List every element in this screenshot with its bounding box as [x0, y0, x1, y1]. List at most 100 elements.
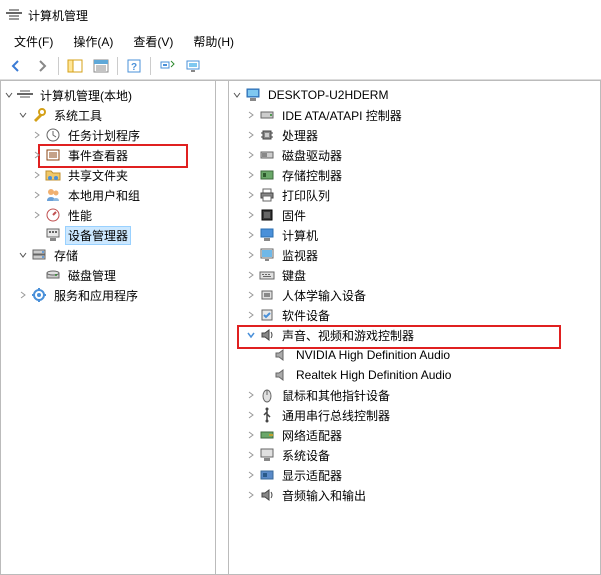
- chevron-right-icon[interactable]: [245, 269, 257, 281]
- speaker-icon: [259, 327, 275, 343]
- chevron-down-icon[interactable]: [3, 89, 15, 101]
- menu-help[interactable]: 帮助(H): [183, 31, 244, 52]
- chevron-right-icon[interactable]: [245, 289, 257, 301]
- chevron-right-icon[interactable]: [245, 469, 257, 481]
- hid-icon: [259, 287, 275, 303]
- device-label: 通用串行总线控制器: [279, 406, 393, 425]
- device-nvidia-audio[interactable]: NVIDIA High Definition Audio: [231, 345, 598, 365]
- chevron-right-icon[interactable]: [245, 149, 257, 161]
- device-sound-video[interactable]: 声音、视频和游戏控制器: [231, 325, 598, 345]
- chevron-right-icon[interactable]: [245, 429, 257, 441]
- device-hid[interactable]: 人体学输入设备: [231, 285, 598, 305]
- chevron-right-icon[interactable]: [245, 449, 257, 461]
- tree-event-viewer[interactable]: 事件查看器: [3, 145, 213, 165]
- device-display[interactable]: 显示适配器: [231, 465, 598, 485]
- properties-button[interactable]: [89, 55, 113, 77]
- device-mouse[interactable]: 鼠标和其他指针设备: [231, 385, 598, 405]
- tree-label: 存储: [51, 246, 81, 265]
- audio-device-icon: [273, 367, 289, 383]
- printer-icon: [259, 187, 275, 203]
- chevron-right-icon[interactable]: [245, 169, 257, 181]
- device-processor[interactable]: 处理器: [231, 125, 598, 145]
- chevron-right-icon[interactable]: [17, 289, 29, 301]
- tree-disk-management[interactable]: 磁盘管理: [3, 265, 213, 285]
- device-storage-controllers[interactable]: 存储控制器: [231, 165, 598, 185]
- chevron-down-icon[interactable]: [17, 249, 29, 261]
- chevron-right-icon[interactable]: [245, 309, 257, 321]
- device-ide-ata[interactable]: IDE ATA/ATAPI 控制器: [231, 105, 598, 125]
- chevron-right-icon[interactable]: [245, 209, 257, 221]
- tree-performance[interactable]: 性能: [3, 205, 213, 225]
- chevron-right-icon[interactable]: [245, 389, 257, 401]
- drive-icon: [259, 107, 275, 123]
- show-hide-button[interactable]: [63, 55, 87, 77]
- disk-drive-icon: [259, 147, 275, 163]
- device-label: 固件: [279, 206, 309, 225]
- chevron-right-icon[interactable]: [245, 489, 257, 501]
- device-monitor[interactable]: 监视器: [231, 245, 598, 265]
- device-realtek-audio[interactable]: Realtek High Definition Audio: [231, 365, 598, 385]
- device-print-queues[interactable]: 打印队列: [231, 185, 598, 205]
- device-system-devices[interactable]: 系统设备: [231, 445, 598, 465]
- chevron-right-icon[interactable]: [31, 189, 43, 201]
- menubar: 文件(F) 操作(A) 查看(V) 帮助(H): [0, 30, 601, 52]
- tree-task-scheduler[interactable]: 任务计划程序: [3, 125, 213, 145]
- device-label: 处理器: [279, 126, 321, 145]
- chevron-right-icon[interactable]: [31, 149, 43, 161]
- toolbar-separator: [58, 57, 59, 75]
- scan-button[interactable]: [155, 55, 179, 77]
- chevron-right-icon[interactable]: [245, 229, 257, 241]
- device-usb[interactable]: 通用串行总线控制器: [231, 405, 598, 425]
- device-firmware[interactable]: 固件: [231, 205, 598, 225]
- chevron-down-icon[interactable]: [231, 89, 243, 101]
- device-audio-io[interactable]: 音频输入和输出: [231, 485, 598, 505]
- forward-button[interactable]: [30, 55, 54, 77]
- audio-io-icon: [259, 487, 275, 503]
- menu-action[interactable]: 操作(A): [63, 31, 123, 52]
- menu-file[interactable]: 文件(F): [4, 31, 63, 52]
- device-label: 监视器: [279, 246, 321, 265]
- tree-shared-folders[interactable]: 共享文件夹: [3, 165, 213, 185]
- tree-services-apps[interactable]: 服务和应用程序: [3, 285, 213, 305]
- monitor-button[interactable]: [181, 55, 205, 77]
- svg-text:?: ?: [131, 62, 137, 73]
- chevron-right-icon[interactable]: [245, 109, 257, 121]
- display-adapter-icon: [259, 467, 275, 483]
- device-label: 显示适配器: [279, 466, 345, 485]
- device-label: 打印队列: [279, 186, 333, 205]
- disk-icon: [45, 267, 61, 283]
- chevron-right-icon[interactable]: [31, 209, 43, 221]
- usb-icon: [259, 407, 275, 423]
- tree-label: 共享文件夹: [65, 166, 131, 185]
- tree-storage[interactable]: 存储: [3, 245, 213, 265]
- device-computer[interactable]: 计算机: [231, 225, 598, 245]
- chevron-right-icon[interactable]: [31, 169, 43, 181]
- tree-label: 磁盘管理: [65, 266, 119, 285]
- tree-label: 系统工具: [51, 106, 105, 125]
- chevron-right-icon[interactable]: [245, 129, 257, 141]
- device-label: NVIDIA High Definition Audio: [293, 347, 453, 363]
- chevron-right-icon[interactable]: [245, 249, 257, 261]
- chevron-right-icon[interactable]: [245, 409, 257, 421]
- keyboard-icon: [259, 267, 275, 283]
- tree-device-manager[interactable]: 设备管理器: [3, 225, 213, 245]
- device-disk-drives[interactable]: 磁盘驱动器: [231, 145, 598, 165]
- toolbar: ?: [0, 52, 601, 80]
- chevron-right-icon[interactable]: [245, 189, 257, 201]
- chevron-down-icon[interactable]: [245, 329, 257, 341]
- chevron-down-icon[interactable]: [17, 109, 29, 121]
- device-software-devices[interactable]: 软件设备: [231, 305, 598, 325]
- device-keyboard[interactable]: 键盘: [231, 265, 598, 285]
- tree-system-tools[interactable]: 系统工具: [3, 105, 213, 125]
- device-network[interactable]: 网络适配器: [231, 425, 598, 445]
- chevron-right-icon[interactable]: [31, 129, 43, 141]
- performance-icon: [45, 207, 61, 223]
- menu-view[interactable]: 查看(V): [123, 31, 183, 52]
- left-tree-pane: 计算机管理(本地) 系统工具 任务计划程序 事件查看器 共享文件夹: [0, 80, 216, 575]
- device-root[interactable]: DESKTOP-U2HDERM: [231, 85, 598, 105]
- tree-root[interactable]: 计算机管理(本地): [3, 85, 213, 105]
- tree-local-users[interactable]: 本地用户和组: [3, 185, 213, 205]
- back-button[interactable]: [4, 55, 28, 77]
- help-button[interactable]: ?: [122, 55, 146, 77]
- tree-label: 设备管理器: [65, 226, 131, 245]
